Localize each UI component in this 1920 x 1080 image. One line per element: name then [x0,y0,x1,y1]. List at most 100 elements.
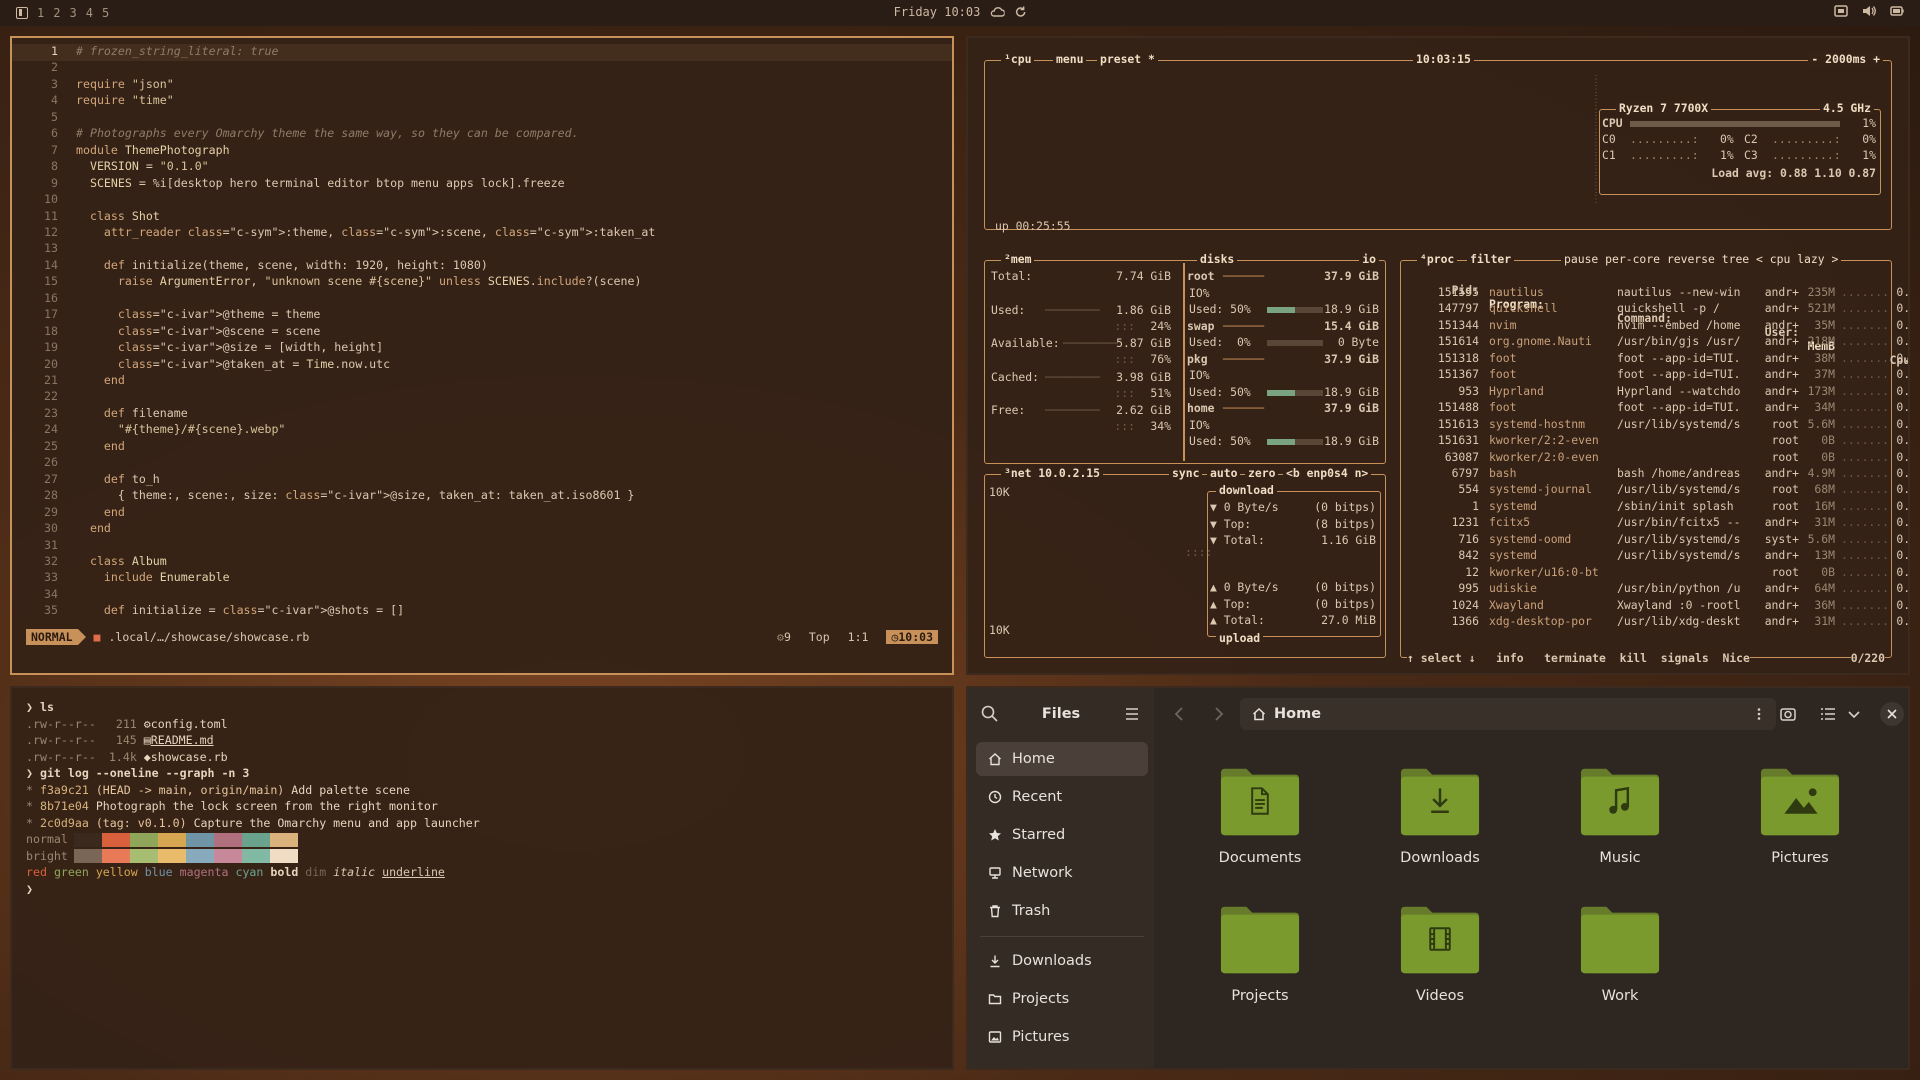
menu-button[interactable]: menu [1053,52,1087,66]
proc-footer[interactable]: ↑ select ↓ info terminate kill signals N… [1407,651,1750,665]
code-line[interactable]: 10 [12,192,952,209]
chevron-down-icon[interactable] [1844,704,1864,724]
layout-icon[interactable] [16,7,28,19]
disks-io-toggle[interactable]: io [1359,252,1379,266]
proc-row[interactable]: 151367footfoot --app-id=TUI.andr+37M0.0.… [1411,367,1908,383]
folder-projects[interactable]: Projects [1196,904,1316,1024]
code-line[interactable]: 33 include Enumerable [12,570,952,587]
proc-options[interactable]: pause per-core reverse tree < cpu lazy > [1561,252,1842,266]
battery-icon[interactable] [1890,4,1904,18]
terminal-final-prompt[interactable]: ❯ [26,882,33,899]
code-line[interactable]: 27 def to_h [12,472,952,489]
code-line[interactable]: 6 # Photographs every Omarchy theme the s… [12,126,952,143]
workspace-4[interactable]: 4 [86,6,93,20]
code-line[interactable]: 16 [12,291,952,308]
code-line[interactable]: 5 [12,110,952,127]
update-interval[interactable]: - 2000ms + [1808,52,1883,66]
screen-record-icon[interactable] [1834,4,1848,18]
proc-box-title[interactable]: ⁴proc [1417,252,1458,266]
code-line[interactable]: 17 class="c-ivar">@theme = theme [12,307,952,324]
files-window[interactable]: Files Home Recent Starred Network Trash Downl… [966,686,1910,1070]
code-line[interactable]: 8 VERSION = "0.1.0" [12,159,952,176]
net-zero-button[interactable]: zero [1245,466,1279,480]
code-line[interactable]: 28 { theme:, scene:, size: class="c-ivar… [12,488,952,505]
proc-row[interactable]: 1systemd/sbin/init splashroot16M0.0.....… [1411,499,1908,515]
net-interface-selector[interactable]: <b enp0s4 n> [1283,466,1372,480]
code-line[interactable]: 30 end [12,521,952,538]
proc-row[interactable]: 151344nvimnvim --embed /homeandr+35M0.1.… [1411,318,1908,334]
sidebar-item-network[interactable]: Network [976,856,1148,890]
workspace-5[interactable]: 5 [102,6,109,20]
list-view-icon[interactable] [1818,704,1838,724]
code-line[interactable]: 13 [12,241,952,258]
sidebar-item-home[interactable]: Home [976,742,1148,776]
net-sync-button[interactable]: sync [1169,466,1203,480]
code-line[interactable]: 7 module ThemePhotograph [12,143,952,160]
btop-window[interactable]: ¹cpu menu preset * 10:03:15 - 2000ms + u… [966,36,1910,675]
proc-row[interactable]: 995udiskie/usr/bin/python /uandr+64M0.0.… [1411,581,1908,597]
back-icon[interactable] [1170,704,1190,724]
code-line[interactable]: 18 class="c-ivar">@scene = scene [12,324,952,341]
terminal-window[interactable]: ❯ ls .rw-r--r-- 211 ⚙config.toml .rw-r--r-… [10,686,954,1070]
sidebar-item-starred[interactable]: Starred [976,818,1148,852]
proc-row[interactable]: 151631kworker/2:2-evenroot0B0.0....... [1411,433,1908,449]
proc-row[interactable]: 151488footfoot --app-id=TUI.andr+34M0.0.… [1411,400,1908,416]
folder-work[interactable]: Work [1556,904,1676,1024]
refresh-icon[interactable] [1014,6,1026,18]
workspace-1[interactable]: 1 [37,6,44,20]
proc-row[interactable]: 151555 nautilus nautilus --new-win andr+ 235… [1411,285,1908,301]
net-box-title[interactable]: ³net 10.0.2.15 [1001,466,1104,480]
code-line[interactable]: 20 class="c-ivar">@taken_at = Time.now.u… [12,357,952,374]
close-button[interactable] [1880,702,1904,726]
folder-videos[interactable]: Videos [1376,904,1496,1024]
code-line[interactable]: 35 def initialize = class="c-ivar">@shot… [12,603,952,620]
editor-window[interactable]: 1 # frozen_string_literal: true 2 3 require … [10,36,954,675]
folder-downloads[interactable]: Downloads [1376,766,1496,886]
proc-row[interactable]: 151614 org.gnome.Nauti/usr/bin/gjs /usr/a… [1411,334,1908,350]
proc-row[interactable]: 147797 quickshell quickshell -p / andr+ 521M… [1411,301,1908,317]
folder-music[interactable]: Music [1556,766,1676,886]
preset-button[interactable]: preset * [1097,52,1158,66]
proc-row[interactable]: 953 Hyprland Hyprland --watchdo andr+ 173M 0.… [1411,384,1908,400]
code-line[interactable]: 34 [12,587,952,604]
workspace-2[interactable]: 2 [53,6,60,20]
proc-filter-button[interactable]: filter [1467,252,1515,266]
code-line[interactable]: 12 attr_reader class="c-sym">:theme, cla… [12,225,952,242]
code-line[interactable]: 11 class Shot [12,209,952,226]
more-options-icon[interactable] [1752,707,1766,721]
forward-icon[interactable] [1208,704,1228,724]
clock[interactable]: Friday 10:03 [894,5,1027,19]
proc-row[interactable]: 63087kworker/2:0-evenroot0B0.0....... [1411,450,1908,466]
proc-row[interactable]: 716 systemd-oomd/usr/lib/systemd/s syst+ 5.… [1411,532,1908,548]
code-line[interactable]: 2 [12,60,952,77]
code-line[interactable]: 1 # frozen_string_literal: true [12,44,952,61]
code-line[interactable]: 14 def initialize(theme, scene, width: 1… [12,258,952,275]
proc-row[interactable]: 12kworker/u16:0-btroot0B0.0....... [1411,565,1908,581]
proc-row[interactable]: 1231fcitx5/usr/bin/fcitx5 --andr+31M0.0.… [1411,515,1908,531]
code-line[interactable]: 3 require "json" [12,77,952,94]
sidebar-item-trash[interactable]: Trash [976,894,1148,928]
code-line[interactable]: 32 class Album [12,554,952,571]
folder-documents[interactable]: Documents [1196,766,1316,886]
sidebar-item-recent[interactable]: Recent [976,780,1148,814]
net-auto-button[interactable]: auto [1207,466,1241,480]
mem-box-title[interactable]: ²mem [1001,252,1035,266]
path-bar[interactable]: Home [1240,698,1776,730]
code-line[interactable]: 4 require "time" [12,93,952,110]
code-line[interactable]: 21 end [12,373,952,390]
code-line[interactable]: 31 [12,538,952,555]
code-line[interactable]: 23 def filename [12,406,952,423]
menu-icon[interactable] [1122,704,1142,724]
screenshot-icon[interactable] [1778,704,1798,724]
sidebar-item-projects[interactable]: Projects [976,982,1148,1016]
folder-pictures[interactable]: Pictures [1736,766,1856,886]
code-line[interactable]: 24 "#{theme}/#{scene}.webp" [12,422,952,439]
proc-row[interactable]: 842systemd/usr/lib/systemd/sandr+13M0.0.… [1411,548,1908,564]
disks-title[interactable]: disks [1197,252,1238,266]
code-line[interactable]: 9 SCENES = %i[desktop hero terminal edit… [12,176,952,193]
code-line[interactable]: 19 class="c-ivar">@size = [width, height… [12,340,952,357]
code-line[interactable]: 29 end [12,505,952,522]
cpu-box-title[interactable]: ¹cpu [1001,52,1035,66]
code-line[interactable]: 15 raise ArgumentError, "unknown scene #… [12,274,952,291]
code-line[interactable]: 25 end [12,439,952,456]
